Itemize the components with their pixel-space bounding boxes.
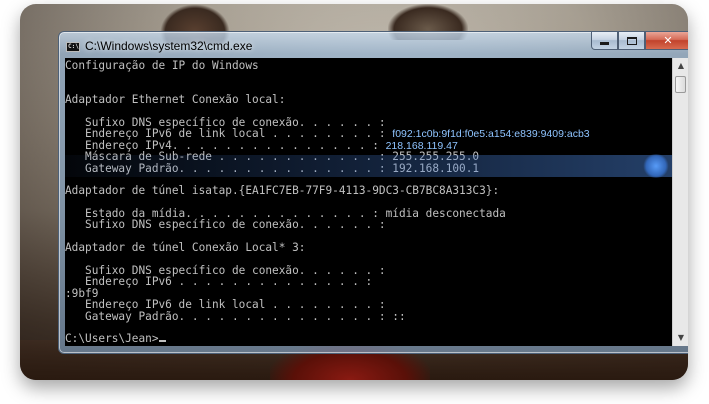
desktop-background: C:\ C:\Windows\system32\cmd.exe ✕ Config… xyxy=(20,4,688,380)
maximize-button[interactable] xyxy=(618,32,645,50)
vertical-scrollbar[interactable]: ▲ ▼ xyxy=(672,58,688,346)
console-lines: Configuração de IP do Windows Adaptador E… xyxy=(65,58,672,345)
console-line: Endereço IPv6 . . . . . . . . . . . . . … xyxy=(65,275,379,289)
scrollbar-thumb[interactable] xyxy=(675,76,686,93)
console-line: Adaptador Ethernet Conexão local: xyxy=(65,93,286,107)
cmd-window: C:\ C:\Windows\system32\cmd.exe ✕ Config… xyxy=(58,31,688,354)
console-line: Sufixo DNS específico de conexão. . . . … xyxy=(65,218,386,232)
text-cursor xyxy=(158,340,166,343)
window-title: C:\Windows\system32\cmd.exe xyxy=(85,39,253,53)
console-line: C:\Users\Jean> xyxy=(65,333,672,345)
scroll-up-icon[interactable]: ▲ xyxy=(673,58,688,74)
minimize-button[interactable] xyxy=(591,32,618,50)
highlighted-value: f092:1c0b:9f1d:f0e5:a154:e839:9409:acb3 xyxy=(392,128,590,141)
console-line: Gateway Padrão. . . . . . . . . . . . . … xyxy=(65,309,406,323)
cmd-app-icon[interactable]: C:\ xyxy=(66,42,80,52)
console-line: Endereço IPv6 de link local . . . . . . … xyxy=(65,298,393,312)
title-bar[interactable]: C:\ C:\Windows\system32\cmd.exe ✕ xyxy=(59,32,688,58)
console-line: Adaptador de túnel Conexão Local* 3: xyxy=(65,241,306,255)
scroll-down-icon[interactable]: ▼ xyxy=(673,330,688,346)
minimize-icon xyxy=(600,42,609,45)
console-line: Configuração de IP do Windows xyxy=(65,59,259,72)
highlight-glow xyxy=(643,154,669,178)
console-line: Adaptador de túnel isatap.{EA1FC7EB-77F9… xyxy=(65,184,500,198)
maximize-icon xyxy=(626,36,637,45)
selection-highlight xyxy=(65,155,672,177)
console-output[interactable]: Configuração de IP do Windows Adaptador E… xyxy=(65,58,672,346)
close-button[interactable]: ✕ xyxy=(645,32,688,50)
close-icon: ✕ xyxy=(663,34,673,47)
